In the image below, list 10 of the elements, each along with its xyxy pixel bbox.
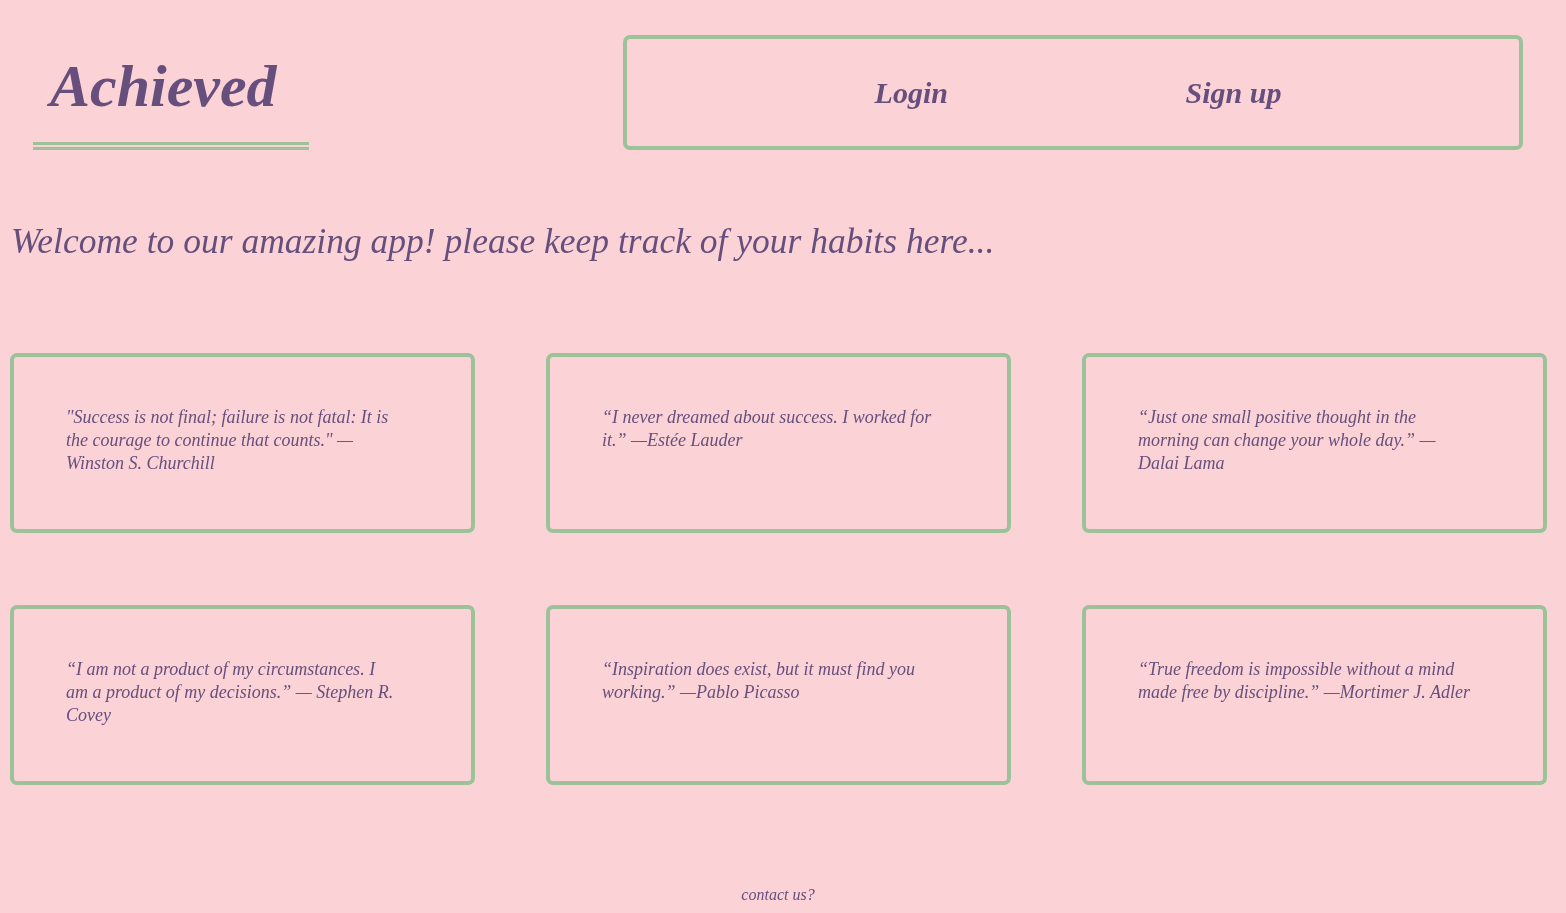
nav-link[interactable]: Login bbox=[874, 75, 948, 110]
quote-text: “Inspiration does exist, but it must find you working.” —Pablo Picasso bbox=[602, 657, 916, 704]
quote-text: “I am not a product of my circumstances. I am a product of my decisions.” — Stephen R. Covey bbox=[66, 657, 395, 727]
welcome-heading: Welcome to our amazing app! please keep track of your habits here... bbox=[11, 220, 995, 263]
quote-text: “True freedom is impossible without a mind made free by discipline.” —Mortimer J. Adler bbox=[1138, 657, 1471, 704]
nav-link[interactable]: Sign up bbox=[1185, 75, 1282, 110]
quote-text: “Just one small positive thought in the morning can change your whole day.” — Dalai Lama bbox=[1138, 405, 1437, 475]
contact-link[interactable]: contact us? bbox=[741, 886, 815, 904]
quote-text: “I never dreamed about success. I worked for it.” —Estée Lauder bbox=[602, 405, 933, 452]
quote-text: "Success is not final; failure is not fatal: It is the courage to continue that counts." — Winston S. Churchill bbox=[66, 405, 390, 475]
